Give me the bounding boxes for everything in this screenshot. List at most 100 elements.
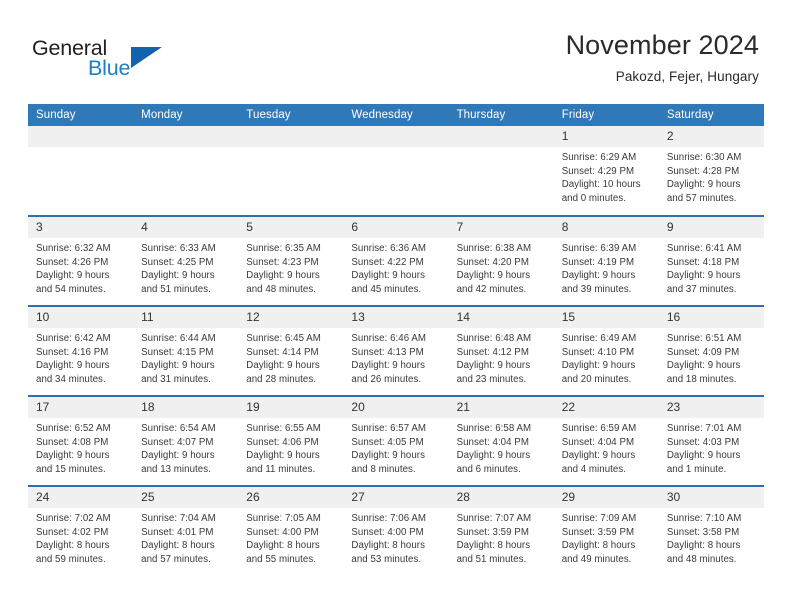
weekday-header-saturday: Saturday [658, 104, 764, 126]
day-details: Sunrise: 6:41 AM Sunset: 4:18 PM Daylight:… [659, 238, 764, 296]
calendar-day-cell[interactable]: 27 Sunrise: 7:06 AM Sunset: 4:00 PM Dayligh… [343, 485, 449, 576]
daylight-text: and 26 minutes. [351, 373, 422, 385]
daylight-text: and 13 minutes. [141, 463, 211, 475]
calendar-day-cell[interactable]: 23 Sunrise: 7:01 AM Sunset: 4:03 PM Dayligh… [658, 395, 764, 486]
day-number: 7 [448, 217, 554, 238]
sunrise-text: Sunrise: 6:29 AM [561, 152, 637, 163]
calendar-day-cell[interactable]: 26 Sunrise: 7:05 AM Sunset: 4:00 PM Dayligh… [238, 485, 344, 576]
calendar-day-cell[interactable]: 7 Sunrise: 6:38 AM Sunset: 4:20 PM Daylight… [448, 215, 554, 306]
calendar-day-cell[interactable]: 5 Sunrise: 6:35 AM Sunset: 4:23 PM Daylight… [238, 215, 344, 306]
calendar-day-cell[interactable]: 3 Sunrise: 6:32 AM Sunset: 4:26 PM Daylight… [28, 215, 134, 306]
daylight-text: and 8 minutes. [351, 463, 416, 475]
daylight-text: Daylight: 9 hours [141, 270, 215, 282]
sunset-text: Sunset: 4:28 PM [666, 165, 740, 177]
calendar-day-cell[interactable]: 28 Sunrise: 7:07 AM Sunset: 3:59 PM Dayligh… [448, 485, 554, 576]
sunrise-text: Sunrise: 6:49 AM [561, 333, 637, 344]
daylight-text: and 11 minutes. [246, 463, 316, 475]
calendar-day-cell[interactable]: 29 Sunrise: 7:09 AM Sunset: 3:59 PM Dayligh… [553, 485, 659, 576]
calendar-day-cell[interactable]: 21 Sunrise: 6:58 AM Sunset: 4:04 PM Dayligh… [448, 395, 554, 486]
day-number: 9 [658, 217, 764, 238]
calendar-day-cell[interactable]: 15 Sunrise: 6:49 AM Sunset: 4:10 PM Dayligh… [553, 305, 659, 396]
calendar-cell-empty [238, 126, 344, 216]
sunrise-text: Sunrise: 7:04 AM [141, 513, 216, 524]
day-details: Sunrise: 6:54 AM Sunset: 4:07 PM Daylight:… [133, 418, 238, 476]
day-details: Sunrise: 7:09 AM Sunset: 3:59 PM Daylight:… [554, 508, 659, 566]
calendar-day-cell[interactable]: 13 Sunrise: 6:46 AM Sunset: 4:13 PM Dayligh… [343, 305, 449, 396]
calendar-day-cell[interactable]: 14 Sunrise: 6:48 AM Sunset: 4:12 PM Dayligh… [448, 305, 554, 396]
calendar-day-cell[interactable]: 18 Sunrise: 6:54 AM Sunset: 4:07 PM Dayligh… [133, 395, 239, 486]
sunset-text: Sunset: 4:19 PM [561, 256, 635, 268]
sunset-text: Sunset: 3:59 PM [456, 526, 529, 538]
day-number: 28 [448, 487, 554, 508]
generalblue-logo[interactable]: General Blue [32, 36, 212, 84]
daylight-text: Daylight: 9 hours [666, 270, 741, 282]
sunrise-text: Sunrise: 6:46 AM [351, 333, 426, 344]
day-details: Sunrise: 6:48 AM Sunset: 4:12 PM Daylight:… [449, 328, 554, 386]
day-number: 2 [658, 126, 764, 147]
calendar-day-cell[interactable]: 12 Sunrise: 6:45 AM Sunset: 4:14 PM Dayligh… [238, 305, 344, 396]
sunrise-text: Sunrise: 7:05 AM [246, 513, 321, 524]
calendar-day-cell[interactable]: 16 Sunrise: 6:51 AM Sunset: 4:09 PM Dayligh… [658, 305, 764, 396]
calendar-day-cell[interactable]: 19 Sunrise: 6:55 AM Sunset: 4:06 PM Dayligh… [238, 395, 344, 486]
daylight-text: and 23 minutes. [456, 373, 527, 385]
daylight-text: and 18 minutes. [666, 373, 737, 385]
day-details: Sunrise: 7:02 AM Sunset: 4:02 PM Daylight:… [28, 508, 133, 566]
calendar-cell-empty [133, 126, 239, 216]
calendar-day-cell[interactable]: 17 Sunrise: 6:52 AM Sunset: 4:08 PM Dayligh… [28, 395, 134, 486]
sunset-text: Sunset: 4:05 PM [351, 436, 424, 448]
sunrise-text: Sunrise: 7:02 AM [36, 513, 111, 524]
calendar-day-cell[interactable]: 6 Sunrise: 6:36 AM Sunset: 4:22 PM Daylight… [343, 215, 449, 306]
day-number [28, 126, 134, 147]
daylight-text: and 20 minutes. [561, 373, 632, 385]
sunset-text: Sunset: 4:26 PM [36, 256, 109, 268]
calendar-day-cell[interactable]: 1 Sunrise: 6:29 AM Sunset: 4:29 PM Daylight… [553, 126, 659, 216]
daylight-text: and 48 minutes. [666, 553, 737, 565]
daylight-text: Daylight: 9 hours [351, 360, 425, 372]
daylight-text: Daylight: 9 hours [36, 270, 110, 282]
calendar-day-cell[interactable]: 10 Sunrise: 6:42 AM Sunset: 4:16 PM Dayligh… [28, 305, 134, 396]
sunset-text: Sunset: 4:07 PM [141, 436, 214, 448]
day-number: 1 [553, 126, 659, 147]
calendar-day-cell[interactable]: 22 Sunrise: 6:59 AM Sunset: 4:04 PM Dayligh… [553, 395, 659, 486]
day-details: Sunrise: 7:10 AM Sunset: 3:58 PM Daylight:… [659, 508, 764, 566]
calendar-cell-empty [343, 126, 449, 216]
calendar-day-cell[interactable]: 20 Sunrise: 6:57 AM Sunset: 4:05 PM Dayligh… [343, 395, 449, 486]
sunset-text: Sunset: 4:00 PM [246, 526, 319, 538]
day-number: 20 [343, 397, 449, 418]
day-number: 29 [553, 487, 659, 508]
sunrise-text: Sunrise: 6:57 AM [351, 423, 426, 434]
calendar-day-cell[interactable]: 9 Sunrise: 6:41 AM Sunset: 4:18 PM Daylight… [658, 215, 764, 306]
day-number: 6 [343, 217, 449, 238]
sunset-text: Sunset: 4:03 PM [666, 436, 740, 448]
sunset-text: Sunset: 4:16 PM [36, 346, 109, 358]
day-number: 19 [238, 397, 344, 418]
daylight-text: and 28 minutes. [246, 373, 316, 385]
calendar-cell-empty [28, 126, 134, 216]
sunset-text: Sunset: 4:23 PM [246, 256, 319, 268]
daylight-text: and 34 minutes. [36, 373, 106, 385]
calendar-day-cell[interactable]: 11 Sunrise: 6:44 AM Sunset: 4:15 PM Dayligh… [133, 305, 239, 396]
day-number: 30 [658, 487, 764, 508]
calendar-day-cell[interactable]: 30 Sunrise: 7:10 AM Sunset: 3:58 PM Dayligh… [658, 485, 764, 576]
calendar-day-cell[interactable]: 4 Sunrise: 6:33 AM Sunset: 4:25 PM Daylight… [133, 215, 239, 306]
sunrise-text: Sunrise: 6:58 AM [456, 423, 532, 434]
calendar-day-cell[interactable]: 8 Sunrise: 6:39 AM Sunset: 4:19 PM Daylight… [553, 215, 659, 306]
calendar-day-cell[interactable]: 25 Sunrise: 7:04 AM Sunset: 4:01 PM Dayligh… [133, 485, 239, 576]
sunset-text: Sunset: 4:01 PM [141, 526, 214, 538]
day-number: 16 [658, 307, 764, 328]
day-details: Sunrise: 6:46 AM Sunset: 4:13 PM Daylight:… [343, 328, 448, 386]
calendar-body: 1 Sunrise: 6:29 AM Sunset: 4:29 PM Daylight… [28, 126, 764, 576]
sunset-text: Sunset: 4:04 PM [561, 436, 635, 448]
day-details: Sunrise: 7:01 AM Sunset: 4:03 PM Daylight:… [659, 418, 764, 476]
daylight-text: and 39 minutes. [561, 283, 632, 295]
calendar-day-cell[interactable]: 24 Sunrise: 7:02 AM Sunset: 4:02 PM Dayligh… [28, 485, 134, 576]
sunrise-text: Sunrise: 6:44 AM [141, 333, 216, 344]
day-details: Sunrise: 6:30 AM Sunset: 4:28 PM Daylight:… [659, 147, 764, 205]
daylight-text: Daylight: 9 hours [561, 450, 636, 462]
title-block: November 2024 Pakozd, Fejer, Hungary [566, 28, 759, 87]
daylight-text: Daylight: 9 hours [456, 270, 531, 282]
day-number [238, 126, 344, 147]
calendar-day-cell[interactable]: 2 Sunrise: 6:30 AM Sunset: 4:28 PM Daylight… [658, 126, 764, 216]
sunrise-text: Sunrise: 6:54 AM [141, 423, 216, 434]
sunset-text: Sunset: 4:18 PM [666, 256, 740, 268]
